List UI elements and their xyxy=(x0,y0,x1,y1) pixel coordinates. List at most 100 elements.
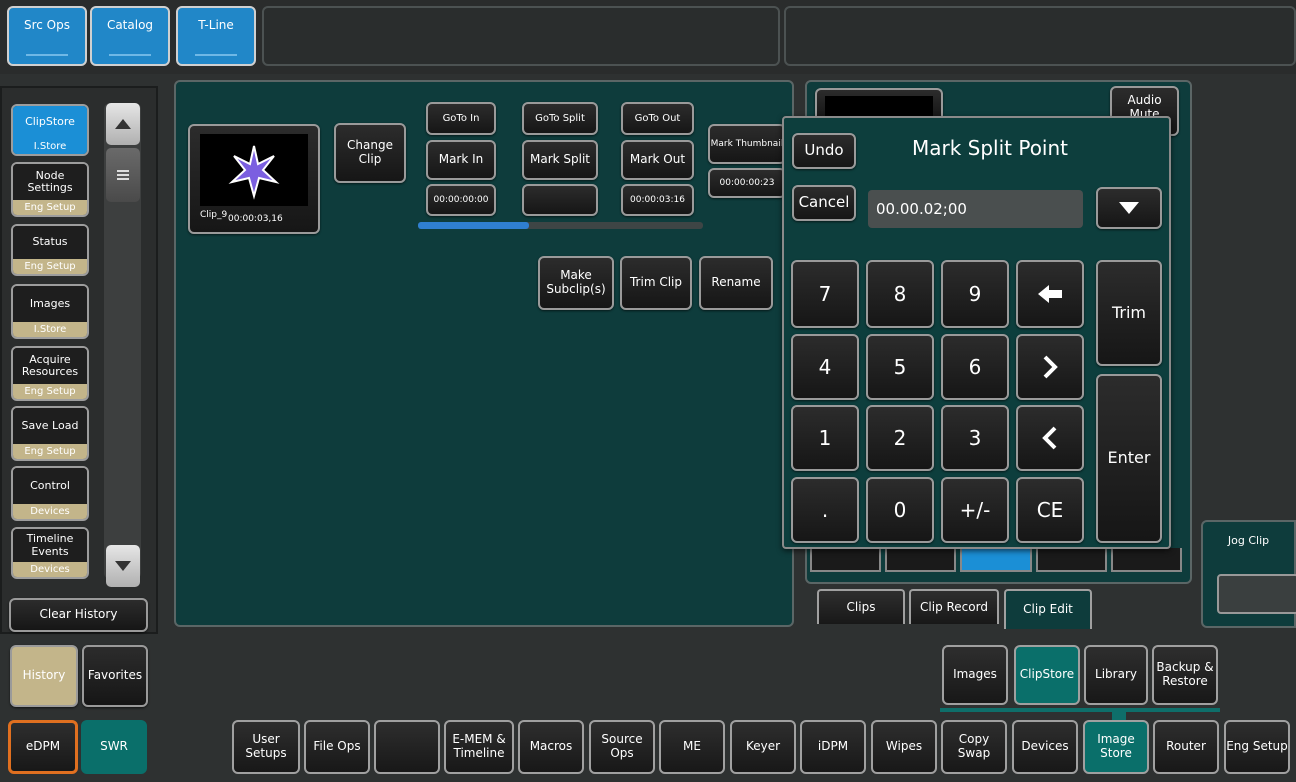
goto-split-button[interactable]: GoTo Split xyxy=(522,102,598,135)
nav-devices[interactable]: Devices xyxy=(1012,720,1078,774)
nav-user-setups[interactable]: User Setups xyxy=(232,720,300,774)
history-tab[interactable]: History xyxy=(10,645,78,707)
key-1[interactable]: 1 xyxy=(791,405,859,471)
jog-clip-panel: Jog Clip xyxy=(1201,520,1296,628)
subnav-backup-restore[interactable]: Backup & Restore xyxy=(1152,645,1218,705)
key-decimal[interactable]: . xyxy=(791,477,859,543)
key-7[interactable]: 7 xyxy=(791,260,859,328)
clip-duration: 00:00:03,16 xyxy=(228,214,283,224)
clip-thumbnail-button[interactable]: Clip_9 00:00:03,16 xyxy=(188,124,320,234)
sidebar-item-clipstore[interactable]: ClipStore I.Store xyxy=(11,104,89,156)
sidebar-item-images[interactable]: Images I.Store xyxy=(11,284,89,339)
swr-button[interactable]: SWR xyxy=(81,720,147,774)
cursor-left-button[interactable] xyxy=(1016,405,1084,471)
trim-clip-button[interactable]: Trim Clip xyxy=(620,256,692,310)
transport-play-button[interactable] xyxy=(1035,548,1107,572)
nav-source-ops[interactable]: Source Ops xyxy=(589,720,655,774)
key-3[interactable]: 3 xyxy=(941,405,1009,471)
tab-t-line[interactable]: T-Line xyxy=(176,6,256,66)
nav-file-ops[interactable]: File Ops xyxy=(304,720,370,774)
backspace-button[interactable] xyxy=(1016,260,1084,328)
arrow-up-icon xyxy=(115,119,131,129)
nav-idpm[interactable]: iDPM xyxy=(800,720,866,774)
key-clear-entry[interactable]: CE xyxy=(1016,477,1084,543)
nav-me[interactable]: ME xyxy=(659,720,725,774)
tab-clip-edit[interactable]: Clip Edit xyxy=(1004,589,1092,629)
scroll-up-button[interactable] xyxy=(106,103,140,145)
nav-macros[interactable]: Macros xyxy=(518,720,584,774)
rename-button[interactable]: Rename xyxy=(699,256,773,310)
favorites-tab[interactable]: Favorites xyxy=(82,645,148,707)
trim-button[interactable]: Trim xyxy=(1096,260,1162,366)
key-8[interactable]: 8 xyxy=(866,260,934,328)
transport-end-button[interactable] xyxy=(1110,548,1183,572)
key-5[interactable]: 5 xyxy=(866,334,934,400)
key-plus-minus[interactable]: +/- xyxy=(941,477,1009,543)
split-point-input[interactable]: 00.00.02;00 xyxy=(868,190,1083,228)
clear-history-button[interactable]: Clear History xyxy=(9,598,148,632)
cursor-right-button[interactable] xyxy=(1016,334,1084,400)
enter-button[interactable]: Enter xyxy=(1096,374,1162,543)
change-clip-button[interactable]: Change Clip xyxy=(334,123,406,183)
subnav-clipstore[interactable]: ClipStore xyxy=(1014,645,1080,705)
key-6[interactable]: 6 xyxy=(941,334,1009,400)
sidebar-item-sub: Eng Setup xyxy=(13,384,87,399)
mark-in-button[interactable]: Mark In xyxy=(426,140,496,180)
sidebar-item-label: ClipStore xyxy=(13,106,87,139)
dropdown-button[interactable] xyxy=(1096,187,1162,229)
nav-eng-setup[interactable]: Eng Setup xyxy=(1224,720,1290,774)
tab-catalog[interactable]: Catalog xyxy=(90,6,170,66)
player-thumbnail xyxy=(815,88,943,120)
top-empty-slot-1 xyxy=(262,6,780,66)
transport-start-button[interactable] xyxy=(810,548,882,572)
sidebar-item-acquire-resources[interactable]: Acquire Resources Eng Setup xyxy=(11,346,89,401)
tab-src-ops[interactable]: Src Ops xyxy=(7,6,87,66)
sidebar-item-label: Save Load xyxy=(13,408,87,444)
transport-stop-button[interactable] xyxy=(960,548,1032,572)
nav-image-store[interactable]: Image Store xyxy=(1083,720,1149,774)
key-2[interactable]: 2 xyxy=(866,405,934,471)
goto-out-button[interactable]: GoTo Out xyxy=(621,102,694,135)
key-4[interactable]: 4 xyxy=(791,334,859,400)
sidebar-item-save-load[interactable]: Save Load Eng Setup xyxy=(11,406,89,461)
nav-router[interactable]: Router xyxy=(1153,720,1219,774)
mark-thumbnail-button[interactable]: Mark Thumbnail xyxy=(708,124,786,164)
sidebar-item-label: Images xyxy=(13,286,87,322)
tab-clip-record[interactable]: Clip Record xyxy=(909,589,999,624)
subnav-images[interactable]: Images xyxy=(942,645,1008,705)
tab-catalog-label: Catalog xyxy=(106,18,154,32)
goto-in-button[interactable]: GoTo In xyxy=(426,102,496,135)
make-subclips-button[interactable]: Make Subclip(s) xyxy=(538,256,614,310)
nav-wipes[interactable]: Wipes xyxy=(871,720,937,774)
scroll-thumb[interactable] xyxy=(106,148,140,202)
sidebar-item-control[interactable]: Control Devices xyxy=(11,466,89,521)
edpm-button[interactable]: eDPM xyxy=(8,720,78,774)
sidebar-item-sub: I.Store xyxy=(13,322,87,337)
undo-button[interactable]: Undo xyxy=(792,133,856,169)
split-time-field xyxy=(522,184,598,216)
jog-clip-control[interactable] xyxy=(1217,574,1296,614)
cancel-button[interactable]: Cancel xyxy=(792,185,856,221)
menu-grip-icon xyxy=(117,170,129,180)
nav-blank[interactable] xyxy=(374,720,440,774)
sidebar-item-sub: I.Store xyxy=(13,139,87,154)
key-0[interactable]: 0 xyxy=(866,477,934,543)
top-bar: Src Ops Catalog T-Line xyxy=(0,0,1296,74)
mark-out-button[interactable]: Mark Out xyxy=(621,140,694,180)
sidebar-item-status[interactable]: Status Eng Setup xyxy=(11,224,89,276)
nav-copy-swap[interactable]: Copy Swap xyxy=(941,720,1007,774)
arrow-down-icon xyxy=(115,561,131,571)
key-9[interactable]: 9 xyxy=(941,260,1009,328)
tab-clips[interactable]: Clips xyxy=(817,589,905,624)
mark-split-button[interactable]: Mark Split xyxy=(522,140,598,180)
sidebar-item-timeline-events[interactable]: Timeline Events Devices xyxy=(11,527,89,579)
sidebar-item-node-settings[interactable]: Node Settings Eng Setup xyxy=(11,162,89,217)
tab-t-line-label: T-Line xyxy=(198,18,234,32)
subnav-connector xyxy=(940,708,1220,712)
scroll-down-button[interactable] xyxy=(106,545,140,587)
transport-rewind-button[interactable] xyxy=(885,548,957,572)
subnav-library[interactable]: Library xyxy=(1084,645,1148,705)
nav-emem-timeline[interactable]: E-MEM & Timeline xyxy=(444,720,514,774)
sidebar-item-sub: Eng Setup xyxy=(13,259,87,274)
nav-keyer[interactable]: Keyer xyxy=(730,720,796,774)
